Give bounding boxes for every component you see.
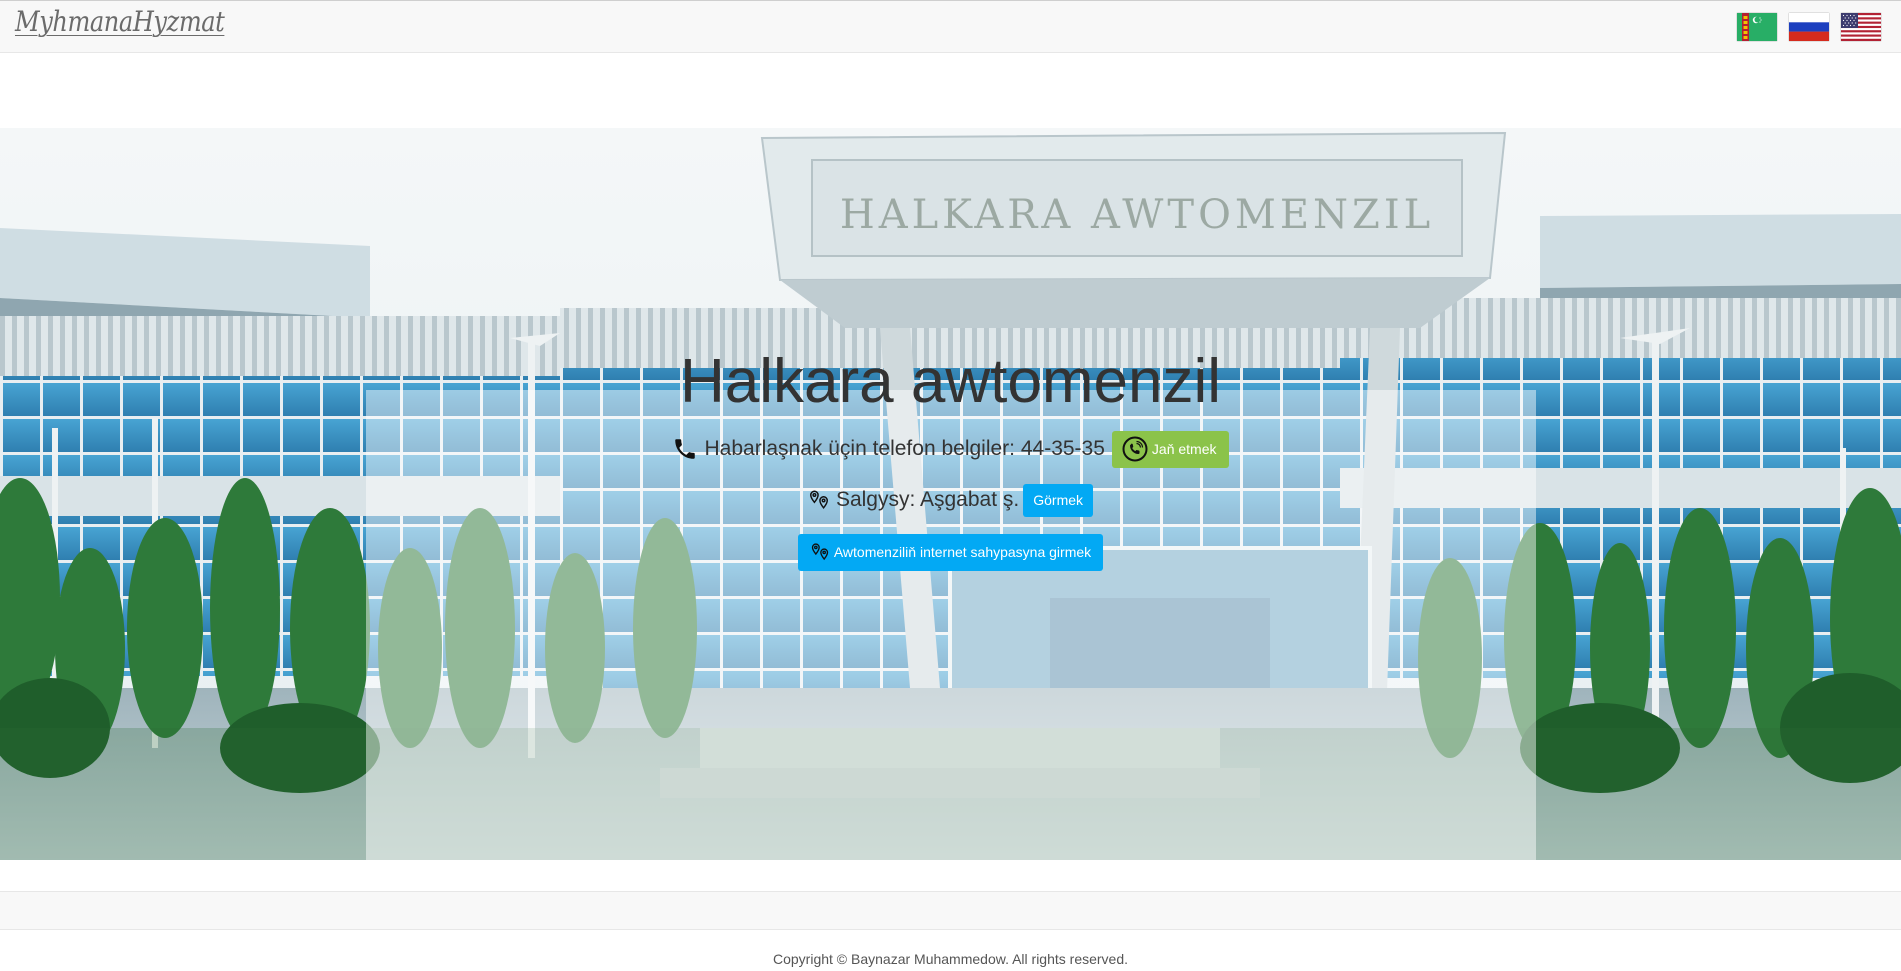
map-pins-icon: [808, 489, 830, 511]
website-row: Awtomenziliň internet sahypasyna girmek: [0, 533, 1901, 571]
phone-call-icon: [1122, 436, 1148, 462]
language-switcher: [1737, 13, 1881, 43]
phone-icon: [672, 436, 698, 462]
phone-row: Habarlaşnak üçin telefon belgiler: 44-35…: [0, 430, 1901, 468]
map-pins-icon: [810, 542, 830, 562]
footer-bar: [0, 891, 1901, 930]
address-row: Salgysy: Aşgabat ş. Görmek: [0, 483, 1901, 517]
usa-flag-icon[interactable]: [1841, 13, 1881, 41]
address-text: Salgysy: Aşgabat ş.: [835, 488, 1020, 511]
view-location-button[interactable]: Görmek: [1023, 483, 1094, 517]
call-button[interactable]: Jaň etmek: [1111, 430, 1229, 468]
visit-website-button[interactable]: Awtomenziliň internet sahypasyna girmek: [797, 533, 1104, 571]
call-button-label: Jaň etmek: [1151, 441, 1217, 457]
visit-website-label: Awtomenziliň internet sahypasyna girmek: [833, 544, 1092, 560]
copyright-text: Copyright © Baynazar Muhammedow. All rig…: [772, 951, 1129, 967]
turkmenistan-flag-icon[interactable]: [1737, 13, 1777, 41]
phone-text: Habarlaşnak üçin telefon belgiler: 44-35…: [704, 437, 1105, 460]
page-title: Halkara awtomenzil: [680, 347, 1221, 416]
building-sign-text: HALKARA AWTOMENZIL: [840, 192, 1434, 238]
top-navbar: MyhmanaHyzmat: [0, 0, 1901, 53]
russia-flag-icon[interactable]: [1789, 13, 1829, 41]
brand-logo[interactable]: MyhmanaHyzmat: [15, 5, 225, 45]
